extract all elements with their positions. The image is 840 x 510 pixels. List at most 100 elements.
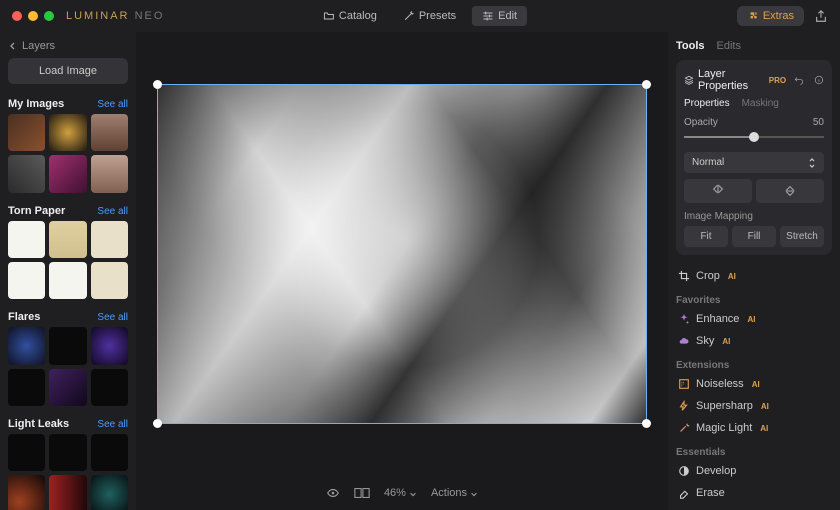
thumb[interactable] bbox=[91, 114, 128, 151]
thumb[interactable] bbox=[91, 327, 128, 364]
close-window-icon[interactable] bbox=[12, 11, 22, 21]
see-all-torn-paper[interactable]: See all bbox=[97, 206, 128, 217]
window-controls bbox=[12, 11, 54, 21]
tool-crop[interactable]: CropAI bbox=[676, 265, 832, 287]
see-all-my-images[interactable]: See all bbox=[97, 99, 128, 110]
thumbs-light-leaks bbox=[8, 434, 128, 510]
eye-icon[interactable] bbox=[326, 486, 340, 500]
minimize-window-icon[interactable] bbox=[28, 11, 38, 21]
stretch-button[interactable]: Stretch bbox=[780, 226, 824, 247]
canvas[interactable] bbox=[157, 84, 647, 424]
resize-handle-br[interactable] bbox=[642, 419, 651, 428]
tab-presets[interactable]: Presets bbox=[393, 6, 466, 26]
chevron-left-icon bbox=[8, 41, 18, 51]
top-nav: Catalog Presets Edit bbox=[313, 6, 527, 26]
tool-structure[interactable]: StructureAI bbox=[676, 504, 832, 510]
resize-handle-bl[interactable] bbox=[153, 419, 162, 428]
thumb[interactable] bbox=[49, 262, 86, 299]
erase-icon bbox=[678, 487, 690, 499]
tab-tools[interactable]: Tools bbox=[676, 40, 705, 52]
opacity-slider[interactable] bbox=[684, 130, 824, 144]
thumb[interactable] bbox=[49, 155, 86, 192]
selection-box[interactable] bbox=[157, 84, 647, 424]
wand-icon bbox=[403, 10, 415, 22]
fill-button[interactable]: Fill bbox=[732, 226, 776, 247]
thumb[interactable] bbox=[49, 434, 86, 471]
tool-develop[interactable]: Develop bbox=[676, 460, 832, 482]
thumbs-torn-paper bbox=[8, 221, 128, 300]
right-tabs: Tools Edits bbox=[676, 40, 832, 52]
fullscreen-window-icon[interactable] bbox=[44, 11, 54, 21]
zoom-value: 46% bbox=[384, 487, 406, 499]
cat-torn-paper: Torn Paper bbox=[8, 205, 65, 217]
layers-icon bbox=[684, 74, 694, 86]
thumb[interactable] bbox=[91, 262, 128, 299]
extras-button[interactable]: Extras bbox=[737, 6, 804, 26]
sparkle-icon bbox=[678, 313, 690, 325]
subtab-properties[interactable]: Properties bbox=[684, 98, 730, 109]
thumb[interactable] bbox=[8, 155, 45, 192]
thumb[interactable] bbox=[91, 221, 128, 258]
opacity-label: Opacity bbox=[684, 117, 718, 128]
resize-handle-tr[interactable] bbox=[642, 80, 651, 89]
section-essentials: Essentials bbox=[676, 447, 832, 458]
zoom-dropdown[interactable]: 46% bbox=[384, 487, 417, 499]
cat-light-leaks: Light Leaks bbox=[8, 418, 69, 430]
compare-icon[interactable] bbox=[354, 487, 370, 499]
thumb[interactable] bbox=[8, 114, 45, 151]
tab-label: Edit bbox=[498, 10, 517, 22]
tool-noiseless[interactable]: NoiselessAI bbox=[676, 373, 832, 395]
layer-properties-panel: Layer Properties PRO Properties Masking … bbox=[676, 60, 832, 255]
blend-mode-value: Normal bbox=[692, 157, 724, 168]
tool-erase[interactable]: Erase bbox=[676, 482, 832, 504]
thumb[interactable] bbox=[8, 434, 45, 471]
tool-magic-light[interactable]: Magic LightAI bbox=[676, 417, 832, 439]
thumb[interactable] bbox=[8, 327, 45, 364]
flip-vertical-button[interactable] bbox=[756, 179, 824, 203]
see-all-light-leaks[interactable]: See all bbox=[97, 419, 128, 430]
thumb[interactable] bbox=[91, 369, 128, 406]
supersharp-icon bbox=[678, 400, 690, 412]
tab-edit[interactable]: Edit bbox=[472, 6, 527, 26]
thumb[interactable] bbox=[49, 114, 86, 151]
crop-icon bbox=[678, 270, 690, 282]
thumb[interactable] bbox=[49, 221, 86, 258]
opacity-value: 50 bbox=[813, 117, 824, 128]
thumb[interactable] bbox=[91, 434, 128, 471]
section-extensions: Extensions bbox=[676, 360, 832, 371]
actions-dropdown[interactable]: Actions bbox=[431, 487, 478, 499]
share-icon[interactable] bbox=[814, 9, 828, 23]
blend-mode-dropdown[interactable]: Normal bbox=[684, 152, 824, 173]
thumb[interactable] bbox=[8, 475, 45, 510]
tab-label: Catalog bbox=[339, 10, 377, 22]
thumb[interactable] bbox=[8, 221, 45, 258]
undo-icon[interactable] bbox=[794, 74, 804, 86]
canvas-area: 46% Actions bbox=[136, 32, 668, 510]
cat-flares: Flares bbox=[8, 311, 40, 323]
tab-edits[interactable]: Edits bbox=[717, 40, 741, 52]
updown-icon bbox=[808, 158, 816, 168]
tab-catalog[interactable]: Catalog bbox=[313, 6, 387, 26]
pro-badge: PRO bbox=[769, 76, 786, 85]
thumb[interactable] bbox=[8, 262, 45, 299]
layers-header[interactable]: Layers bbox=[8, 40, 128, 52]
thumb[interactable] bbox=[49, 475, 86, 510]
section-favorites: Favorites bbox=[676, 295, 832, 306]
fit-button[interactable]: Fit bbox=[684, 226, 728, 247]
flip-v-icon bbox=[785, 184, 795, 198]
sliders-icon bbox=[482, 10, 494, 22]
tool-enhance[interactable]: EnhanceAI bbox=[676, 308, 832, 330]
flip-horizontal-button[interactable] bbox=[684, 179, 752, 203]
thumb[interactable] bbox=[49, 327, 86, 364]
subtab-masking[interactable]: Masking bbox=[742, 98, 779, 109]
info-icon[interactable] bbox=[814, 74, 824, 86]
thumb[interactable] bbox=[91, 475, 128, 510]
tool-supersharp[interactable]: SupersharpAI bbox=[676, 395, 832, 417]
load-image-button[interactable]: Load Image bbox=[8, 58, 128, 84]
thumb[interactable] bbox=[8, 369, 45, 406]
see-all-flares[interactable]: See all bbox=[97, 312, 128, 323]
resize-handle-tl[interactable] bbox=[153, 80, 162, 89]
thumb[interactable] bbox=[91, 155, 128, 192]
thumb[interactable] bbox=[49, 369, 86, 406]
tool-sky[interactable]: SkyAI bbox=[676, 330, 832, 352]
